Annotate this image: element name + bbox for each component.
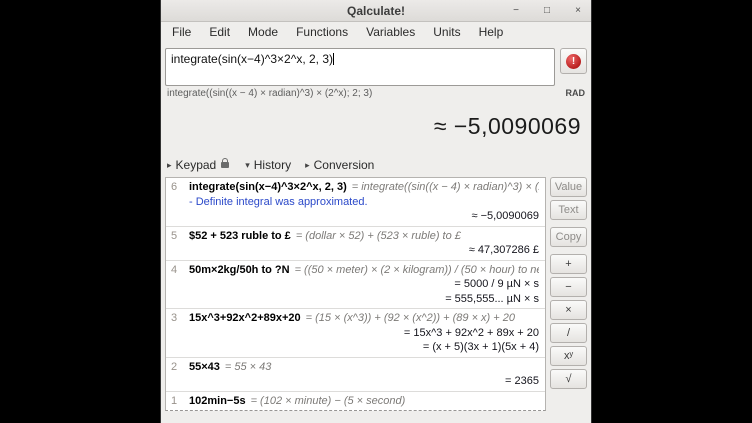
menu-file[interactable]: File [163, 22, 200, 42]
power-button[interactable]: xʸ [550, 346, 587, 366]
history-result[interactable]: = 555,555... µN × s [171, 292, 539, 307]
sqrt-button[interactable]: √ [550, 369, 587, 389]
history-parsed: = (102 × minute) − (5 × second) [251, 395, 406, 407]
history-expression[interactable]: 55×43 [189, 361, 220, 373]
minus-button[interactable]: − [550, 277, 587, 297]
multiply-button[interactable]: × [550, 300, 587, 320]
value-button[interactable]: Value [550, 177, 587, 197]
titlebar[interactable]: Qalculate! − □ × [161, 0, 591, 22]
history-parsed: = (dollar × 52) + (523 × ruble) to £ [296, 230, 461, 242]
side-button-column: Value Text Copy + − × / xʸ √ [550, 177, 587, 392]
history-result[interactable]: = (x + 5)(3x + 1)(5x + 4) [171, 340, 539, 355]
plus-button[interactable]: + [550, 254, 587, 274]
lock-icon [221, 162, 229, 168]
menu-help[interactable]: Help [470, 22, 513, 42]
history-result[interactable]: = 2365 [171, 374, 539, 389]
history-row[interactable]: 1 102min−5s = (102 × minute) − (5 × second… [166, 392, 545, 412]
history-label: History [254, 158, 291, 172]
menubar: FileEditModeFunctionsVariablesUnitsHelp [161, 22, 591, 42]
keypad-label: Keypad [176, 158, 217, 172]
chevron-right-icon: ▸ [305, 160, 310, 171]
history-row[interactable]: 6 integrate(sin(x−4)^3×2^x, 2, 3) = integr… [166, 178, 545, 227]
angle-mode-indicator: RAD [566, 88, 586, 101]
error-button[interactable]: ! [560, 48, 587, 74]
history-expression[interactable]: 102min−5s [189, 395, 246, 407]
menu-edit[interactable]: Edit [200, 22, 239, 42]
maximize-icon[interactable]: □ [540, 4, 554, 18]
history-expander[interactable]: ▾ History [245, 158, 291, 172]
history-parsed: = integrate((sin((x − 4) × radian)^3) × … [352, 181, 539, 193]
conversion-expander[interactable]: ▸ Conversion [305, 158, 374, 172]
menu-units[interactable]: Units [424, 22, 469, 42]
qalculate-window: Qalculate! − □ × FileEditModeFunctionsVa… [160, 0, 592, 423]
chevron-down-icon: ▾ [245, 160, 250, 171]
keypad-expander[interactable]: ▸ Keypad [167, 158, 231, 172]
history-result[interactable]: ≈ −5,0090069 [171, 209, 539, 224]
chevron-right-icon: ▸ [167, 160, 172, 171]
copy-button[interactable]: Copy [550, 227, 587, 247]
history-index: 1 [171, 394, 180, 409]
history-parsed: = ((50 × meter) × (2 × kilogram)) / (50 … [295, 264, 539, 276]
close-icon[interactable]: × [571, 4, 585, 18]
text-button[interactable]: Text [550, 200, 587, 220]
history-row[interactable]: 3 15x^3+92x^2+89x+20 = (15 × (x^3)) + (92 … [166, 309, 545, 358]
error-icon: ! [566, 54, 581, 69]
history-result[interactable]: = 15x^3 + 92x^2 + 89x + 20 [171, 326, 539, 341]
history-expression[interactable]: $52 + 523 ruble to £ [189, 230, 291, 242]
history-parsed: = (15 × (x^3)) + (92 × (x^2)) + (89 × x)… [306, 312, 515, 324]
parsed-expression-preview: integrate((sin((x − 4) × radian)^3) × (2… [167, 88, 372, 101]
history-row[interactable]: 2 55×43 = 55 × 43= 2365 [166, 358, 545, 392]
history-result[interactable]: ≈ 47,307286 £ [171, 243, 539, 258]
menu-mode[interactable]: Mode [239, 22, 287, 42]
history-index: 5 [171, 229, 180, 244]
history-index: 2 [171, 360, 180, 375]
result-area: ≈ −5,0090069 [165, 101, 587, 153]
history-list[interactable]: 6 integrate(sin(x−4)^3×2^x, 2, 3) = integr… [165, 177, 546, 411]
history-index: 4 [171, 263, 180, 278]
expression-text: integrate(sin(x−4)^3×2^x, 2, 3) [171, 52, 333, 66]
history-expression[interactable]: integrate(sin(x−4)^3×2^x, 2, 3) [189, 181, 347, 193]
history-result[interactable]: = 1 h + 41 min + 55 s [171, 408, 539, 411]
history-note: - Definite integral was approximated. [171, 195, 539, 210]
conversion-label: Conversion [314, 158, 375, 172]
history-index: 3 [171, 311, 180, 326]
history-expression[interactable]: 15x^3+92x^2+89x+20 [189, 312, 301, 324]
minimize-icon[interactable]: − [509, 4, 523, 18]
text-cursor [333, 53, 334, 65]
history-expression[interactable]: 50m×2kg/50h to ?N [189, 264, 290, 276]
history-parsed: = 55 × 43 [225, 361, 272, 373]
history-row[interactable]: 5 $52 + 523 ruble to £ = (dollar × 52) + (… [166, 227, 545, 261]
history-index: 6 [171, 180, 180, 195]
history-result[interactable]: = 5000 / 9 µN × s [171, 277, 539, 292]
divide-button[interactable]: / [550, 323, 587, 343]
history-row[interactable]: 4 50m×2kg/50h to ?N = ((50 × meter) × (2 ×… [166, 261, 545, 310]
menu-variables[interactable]: Variables [357, 22, 424, 42]
menu-functions[interactable]: Functions [287, 22, 357, 42]
result-display[interactable]: ≈ −5,0090069 [434, 113, 581, 139]
expression-input[interactable]: integrate(sin(x−4)^3×2^x, 2, 3) [165, 48, 555, 86]
